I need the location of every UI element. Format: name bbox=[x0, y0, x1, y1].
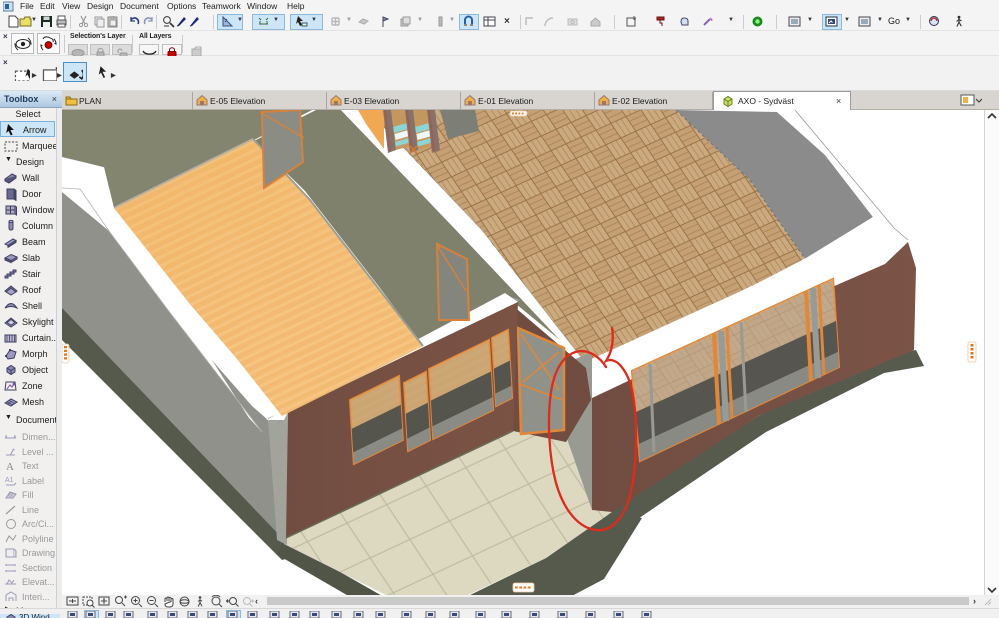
svg-text:A: A bbox=[6, 461, 14, 473]
svg-text:A1: A1 bbox=[5, 477, 14, 484]
